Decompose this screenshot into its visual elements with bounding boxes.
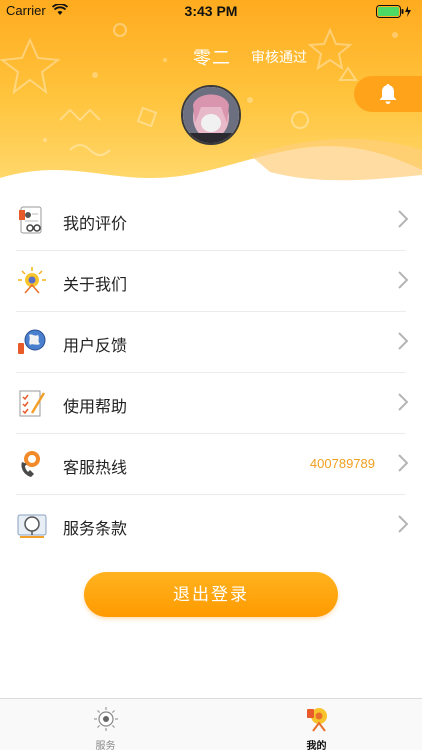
chevron-right-icon xyxy=(398,210,408,228)
menu-item-about-us[interactable]: 关于我们 xyxy=(0,251,422,312)
profile-name: 零二 xyxy=(193,48,231,68)
menu-item-label: 我的评价 xyxy=(63,216,128,233)
menu-item-label: 关于我们 xyxy=(63,277,128,294)
chevron-right-icon xyxy=(398,332,408,350)
menu-item-label: 用户反馈 xyxy=(63,338,128,355)
globe-feedback-icon xyxy=(18,329,46,354)
avatar[interactable] xyxy=(181,85,241,145)
menu-item-label: 使用帮助 xyxy=(63,399,128,416)
hotline-number[interactable]: 400789789 xyxy=(310,456,375,471)
bell-icon xyxy=(379,84,397,104)
chevron-right-icon xyxy=(398,454,408,472)
menu-item-label: 服务条款 xyxy=(63,521,128,538)
notification-button[interactable] xyxy=(354,76,422,112)
chevron-right-icon xyxy=(398,515,408,533)
tab-bar: 服务 我的 xyxy=(0,698,422,750)
menu-item-hotline[interactable]: 客服热线 400789789 xyxy=(0,434,422,495)
clipboard-review-icon xyxy=(19,206,42,234)
checklist-help-icon xyxy=(19,390,46,417)
menu-item-label: 客服热线 xyxy=(63,460,128,477)
status-bar: Carrier 3:43 PM xyxy=(0,0,422,22)
avatar-image xyxy=(183,87,239,143)
menu-item-feedback[interactable]: 用户反馈 xyxy=(0,312,422,373)
tab-label: 我的 xyxy=(306,741,327,750)
status-time: 3:43 PM xyxy=(184,3,238,19)
mine-tab-icon xyxy=(306,708,327,732)
chevron-right-icon xyxy=(398,393,408,411)
menu-item-help[interactable]: 使用帮助 xyxy=(0,373,422,434)
review-status-label: 审核通过 xyxy=(251,49,307,65)
menu-item-terms[interactable]: 服务条款 xyxy=(0,495,422,556)
service-tab-icon xyxy=(93,707,118,731)
tab-label: 服务 xyxy=(95,741,116,750)
profile-screen: Carrier 3:43 PM 零二 审核通过 我的评价 关于我们 用户反馈 使… xyxy=(0,0,422,750)
about-us-icon xyxy=(18,267,46,294)
battery-icon xyxy=(376,5,411,18)
settings-menu: 我的评价 关于我们 用户反馈 使用帮助 客服热线 400789789 服务条款 xyxy=(0,190,422,556)
phone-hotline-icon xyxy=(21,451,40,477)
chevron-right-icon xyxy=(398,271,408,289)
logout-button[interactable]: 退出登录 xyxy=(84,572,338,617)
service-terms-icon xyxy=(17,514,47,538)
tab-mine[interactable]: 我的 xyxy=(211,699,422,750)
profile-header: Carrier 3:43 PM 零二 审核通过 xyxy=(0,0,422,195)
menu-item-my-reviews[interactable]: 我的评价 xyxy=(0,190,422,251)
tab-services[interactable]: 服务 xyxy=(0,699,211,750)
